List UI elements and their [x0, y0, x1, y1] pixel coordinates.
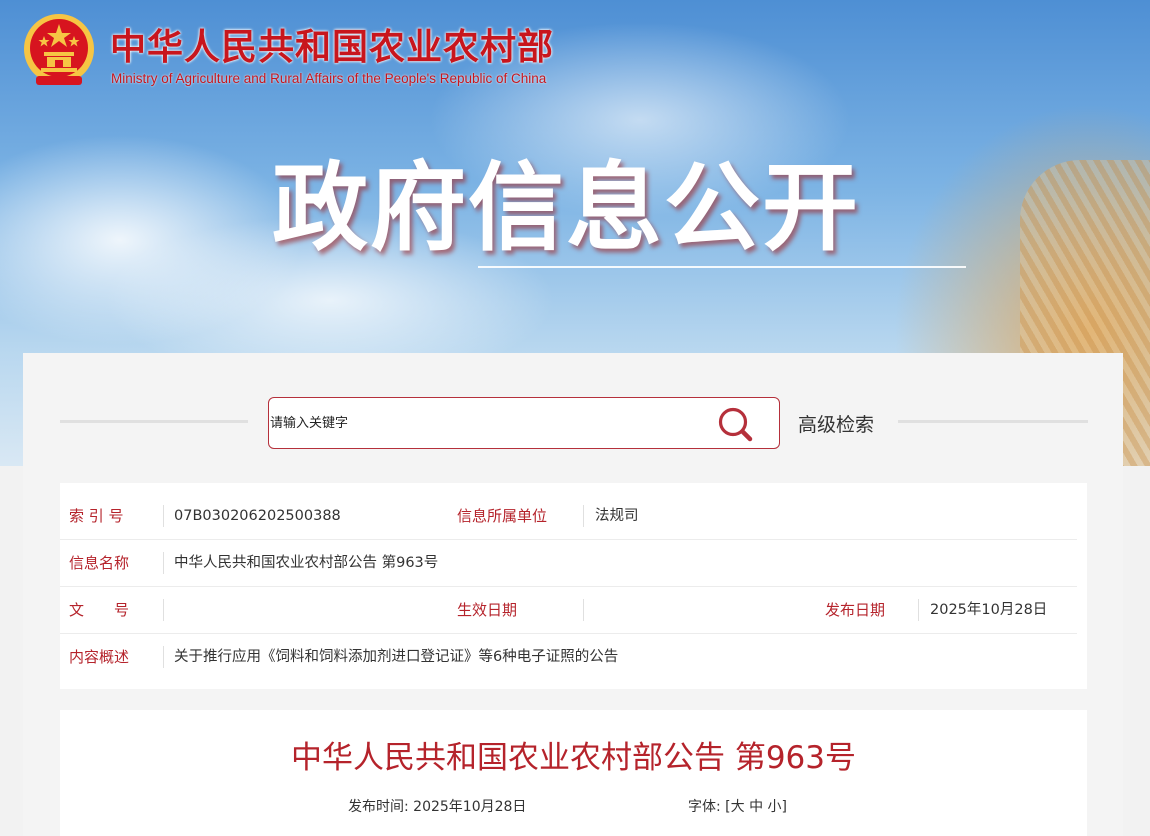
divider — [583, 599, 584, 621]
index-value: 07B030206202500388 — [174, 508, 341, 524]
name-label: 信息名称 — [69, 554, 130, 572]
publish-date-value: 2025年10月28日 — [930, 602, 1048, 618]
info-row-index: 索 引 号 07B030206202500388 信息所属单位 法规司 — [60, 493, 1077, 540]
search-decoration-left — [60, 420, 248, 423]
font-small-option[interactable]: 小 — [768, 799, 782, 815]
banner-divider — [478, 266, 966, 268]
font-bracket-close: ] — [781, 799, 788, 815]
summary-label: 内容概述 — [69, 648, 130, 666]
search-input[interactable] — [270, 408, 700, 438]
publish-time-label: 发布时间: — [348, 799, 409, 815]
article-card: 中华人民共和国农业农村部公告 第963号 发布时间: 2025年10月28日 字… — [60, 710, 1087, 836]
search-icon[interactable] — [715, 404, 755, 444]
article-publish-time: 发布时间: 2025年10月28日 — [348, 796, 526, 816]
divider — [163, 505, 164, 527]
info-row-name: 信息名称 中华人民共和国农业农村部公告 第963号 — [60, 540, 1077, 587]
search-decoration-right — [898, 420, 1088, 423]
unit-value: 法规司 — [595, 508, 639, 524]
info-row-dates: 文 号 生效日期 发布日期 2025年10月28日 — [60, 587, 1077, 634]
effective-date-label: 生效日期 — [457, 601, 518, 619]
banner-title: 政府信息公开 — [272, 152, 860, 264]
divider — [918, 599, 919, 621]
doc-number-label: 文 号 — [69, 601, 130, 619]
font-size-label: 字体: — [688, 799, 721, 815]
summary-value: 关于推行应用《饲料和饲料添加剂进口登记证》等6种电子证照的公告 — [174, 649, 619, 665]
site-title: 中华人民共和国农业农村部 — [110, 26, 555, 68]
info-row-summary: 内容概述 关于推行应用《饲料和饲料添加剂进口登记证》等6种电子证照的公告 — [60, 634, 1077, 681]
font-large-option[interactable]: 大 — [731, 799, 745, 815]
site-subtitle: Ministry of Agriculture and Rural Affair… — [111, 71, 547, 86]
article-title: 中华人民共和国农业农村部公告 第963号 — [290, 740, 857, 776]
name-value: 中华人民共和国农业农村部公告 第963号 — [174, 555, 439, 571]
divider — [583, 505, 584, 527]
national-emblem-icon — [24, 14, 94, 85]
divider — [163, 599, 164, 621]
divider — [163, 646, 164, 668]
font-medium-option[interactable]: 中 — [749, 799, 763, 815]
publish-date-label: 发布日期 — [825, 601, 886, 619]
index-label: 索 引 号 — [69, 507, 124, 525]
info-table: 索 引 号 07B030206202500388 信息所属单位 法规司 信息名称… — [60, 483, 1087, 689]
publish-time-value: 2025年10月28日 — [413, 799, 527, 815]
unit-label: 信息所属单位 — [457, 507, 548, 525]
advanced-search-link[interactable]: 高级检索 — [798, 410, 874, 437]
font-size-control: 字体: [大 中 小] — [688, 796, 787, 816]
divider — [163, 552, 164, 574]
search-box — [268, 397, 780, 449]
